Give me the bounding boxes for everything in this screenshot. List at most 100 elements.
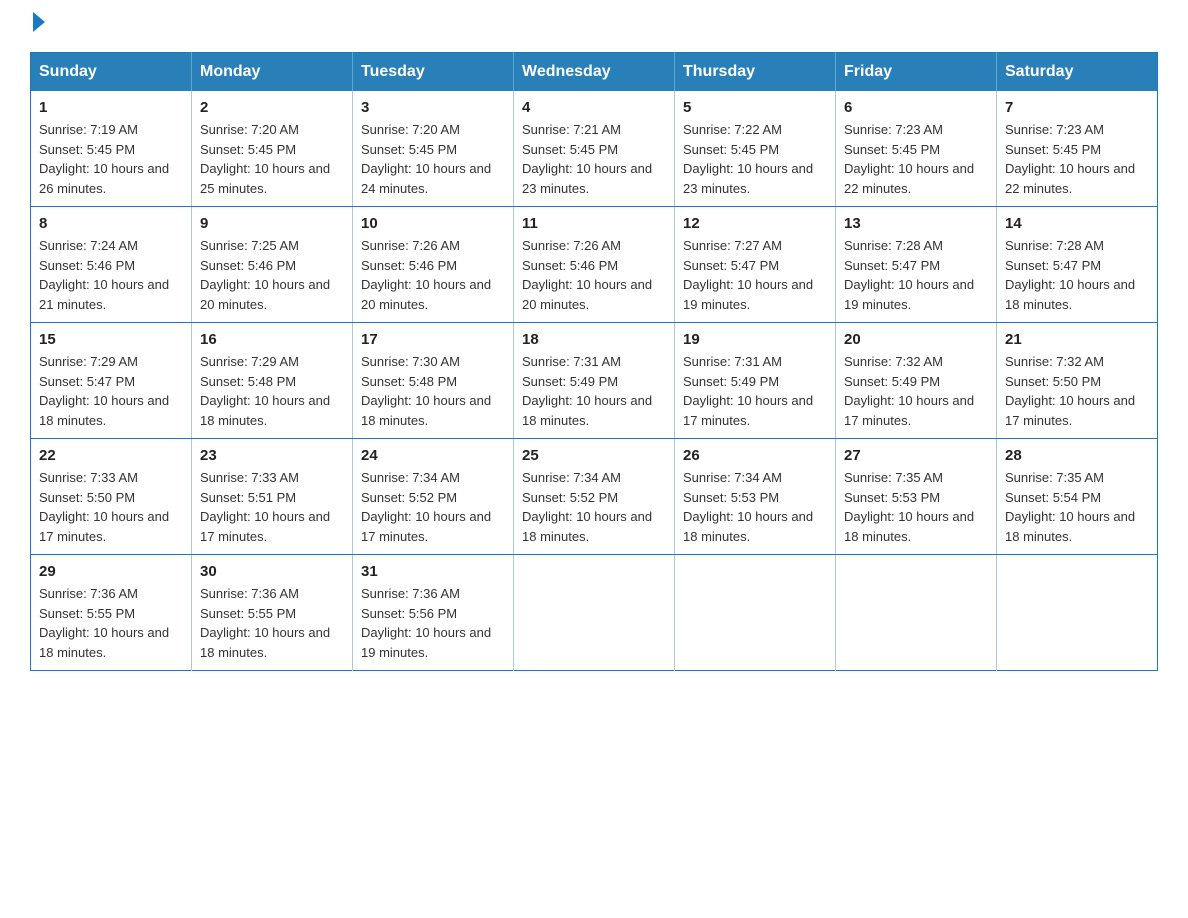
day-number: 18 <box>522 331 666 348</box>
day-number: 7 <box>1005 99 1149 116</box>
day-number: 1 <box>39 99 183 116</box>
day-number: 9 <box>200 215 344 232</box>
day-info: Sunrise: 7:29 AM Sunset: 5:48 PM Dayligh… <box>200 352 344 430</box>
weekday-header-friday: Friday <box>836 53 997 92</box>
day-info: Sunrise: 7:31 AM Sunset: 5:49 PM Dayligh… <box>683 352 827 430</box>
calendar-day-cell: 14 Sunrise: 7:28 AM Sunset: 5:47 PM Dayl… <box>997 207 1158 323</box>
day-number: 8 <box>39 215 183 232</box>
calendar-week-row: 29 Sunrise: 7:36 AM Sunset: 5:55 PM Dayl… <box>31 555 1158 671</box>
calendar-week-row: 22 Sunrise: 7:33 AM Sunset: 5:50 PM Dayl… <box>31 439 1158 555</box>
calendar-day-cell: 13 Sunrise: 7:28 AM Sunset: 5:47 PM Dayl… <box>836 207 997 323</box>
calendar-day-cell: 6 Sunrise: 7:23 AM Sunset: 5:45 PM Dayli… <box>836 91 997 207</box>
weekday-header-row: SundayMondayTuesdayWednesdayThursdayFrid… <box>31 53 1158 92</box>
calendar-day-cell: 2 Sunrise: 7:20 AM Sunset: 5:45 PM Dayli… <box>192 91 353 207</box>
day-info: Sunrise: 7:25 AM Sunset: 5:46 PM Dayligh… <box>200 236 344 314</box>
day-info: Sunrise: 7:36 AM Sunset: 5:56 PM Dayligh… <box>361 584 505 662</box>
day-info: Sunrise: 7:28 AM Sunset: 5:47 PM Dayligh… <box>1005 236 1149 314</box>
day-number: 25 <box>522 447 666 464</box>
day-number: 31 <box>361 563 505 580</box>
calendar-day-cell: 15 Sunrise: 7:29 AM Sunset: 5:47 PM Dayl… <box>31 323 192 439</box>
calendar-day-cell: 12 Sunrise: 7:27 AM Sunset: 5:47 PM Dayl… <box>675 207 836 323</box>
day-info: Sunrise: 7:34 AM Sunset: 5:52 PM Dayligh… <box>522 468 666 546</box>
calendar-day-cell: 27 Sunrise: 7:35 AM Sunset: 5:53 PM Dayl… <box>836 439 997 555</box>
calendar-day-cell <box>997 555 1158 671</box>
calendar-day-cell: 11 Sunrise: 7:26 AM Sunset: 5:46 PM Dayl… <box>514 207 675 323</box>
weekday-header-thursday: Thursday <box>675 53 836 92</box>
day-number: 3 <box>361 99 505 116</box>
day-info: Sunrise: 7:33 AM Sunset: 5:51 PM Dayligh… <box>200 468 344 546</box>
day-info: Sunrise: 7:26 AM Sunset: 5:46 PM Dayligh… <box>522 236 666 314</box>
day-info: Sunrise: 7:20 AM Sunset: 5:45 PM Dayligh… <box>361 120 505 198</box>
day-number: 15 <box>39 331 183 348</box>
day-number: 21 <box>1005 331 1149 348</box>
calendar-day-cell: 30 Sunrise: 7:36 AM Sunset: 5:55 PM Dayl… <box>192 555 353 671</box>
calendar-day-cell: 22 Sunrise: 7:33 AM Sunset: 5:50 PM Dayl… <box>31 439 192 555</box>
weekday-header-wednesday: Wednesday <box>514 53 675 92</box>
day-info: Sunrise: 7:33 AM Sunset: 5:50 PM Dayligh… <box>39 468 183 546</box>
calendar-day-cell: 3 Sunrise: 7:20 AM Sunset: 5:45 PM Dayli… <box>353 91 514 207</box>
day-info: Sunrise: 7:32 AM Sunset: 5:49 PM Dayligh… <box>844 352 988 430</box>
calendar-day-cell: 5 Sunrise: 7:22 AM Sunset: 5:45 PM Dayli… <box>675 91 836 207</box>
day-number: 30 <box>200 563 344 580</box>
day-number: 26 <box>683 447 827 464</box>
day-info: Sunrise: 7:31 AM Sunset: 5:49 PM Dayligh… <box>522 352 666 430</box>
day-info: Sunrise: 7:32 AM Sunset: 5:50 PM Dayligh… <box>1005 352 1149 430</box>
day-number: 27 <box>844 447 988 464</box>
calendar-day-cell: 19 Sunrise: 7:31 AM Sunset: 5:49 PM Dayl… <box>675 323 836 439</box>
day-info: Sunrise: 7:34 AM Sunset: 5:52 PM Dayligh… <box>361 468 505 546</box>
day-number: 17 <box>361 331 505 348</box>
day-number: 14 <box>1005 215 1149 232</box>
calendar-day-cell: 18 Sunrise: 7:31 AM Sunset: 5:49 PM Dayl… <box>514 323 675 439</box>
calendar-day-cell: 9 Sunrise: 7:25 AM Sunset: 5:46 PM Dayli… <box>192 207 353 323</box>
calendar-day-cell: 28 Sunrise: 7:35 AM Sunset: 5:54 PM Dayl… <box>997 439 1158 555</box>
calendar-day-cell: 23 Sunrise: 7:33 AM Sunset: 5:51 PM Dayl… <box>192 439 353 555</box>
day-number: 4 <box>522 99 666 116</box>
day-number: 2 <box>200 99 344 116</box>
day-number: 22 <box>39 447 183 464</box>
day-number: 13 <box>844 215 988 232</box>
day-info: Sunrise: 7:34 AM Sunset: 5:53 PM Dayligh… <box>683 468 827 546</box>
calendar-day-cell: 24 Sunrise: 7:34 AM Sunset: 5:52 PM Dayl… <box>353 439 514 555</box>
day-number: 29 <box>39 563 183 580</box>
calendar-day-cell: 20 Sunrise: 7:32 AM Sunset: 5:49 PM Dayl… <box>836 323 997 439</box>
day-number: 11 <box>522 215 666 232</box>
calendar-day-cell <box>675 555 836 671</box>
day-info: Sunrise: 7:27 AM Sunset: 5:47 PM Dayligh… <box>683 236 827 314</box>
calendar-day-cell: 4 Sunrise: 7:21 AM Sunset: 5:45 PM Dayli… <box>514 91 675 207</box>
day-info: Sunrise: 7:24 AM Sunset: 5:46 PM Dayligh… <box>39 236 183 314</box>
calendar-day-cell: 26 Sunrise: 7:34 AM Sunset: 5:53 PM Dayl… <box>675 439 836 555</box>
weekday-header-monday: Monday <box>192 53 353 92</box>
day-info: Sunrise: 7:22 AM Sunset: 5:45 PM Dayligh… <box>683 120 827 198</box>
day-number: 23 <box>200 447 344 464</box>
day-info: Sunrise: 7:35 AM Sunset: 5:53 PM Dayligh… <box>844 468 988 546</box>
weekday-header-saturday: Saturday <box>997 53 1158 92</box>
day-info: Sunrise: 7:20 AM Sunset: 5:45 PM Dayligh… <box>200 120 344 198</box>
calendar-day-cell: 7 Sunrise: 7:23 AM Sunset: 5:45 PM Dayli… <box>997 91 1158 207</box>
day-info: Sunrise: 7:36 AM Sunset: 5:55 PM Dayligh… <box>39 584 183 662</box>
day-number: 6 <box>844 99 988 116</box>
day-info: Sunrise: 7:30 AM Sunset: 5:48 PM Dayligh… <box>361 352 505 430</box>
day-info: Sunrise: 7:21 AM Sunset: 5:45 PM Dayligh… <box>522 120 666 198</box>
calendar-day-cell: 25 Sunrise: 7:34 AM Sunset: 5:52 PM Dayl… <box>514 439 675 555</box>
calendar-week-row: 15 Sunrise: 7:29 AM Sunset: 5:47 PM Dayl… <box>31 323 1158 439</box>
calendar-day-cell: 1 Sunrise: 7:19 AM Sunset: 5:45 PM Dayli… <box>31 91 192 207</box>
calendar-week-row: 8 Sunrise: 7:24 AM Sunset: 5:46 PM Dayli… <box>31 207 1158 323</box>
calendar-day-cell <box>514 555 675 671</box>
day-info: Sunrise: 7:23 AM Sunset: 5:45 PM Dayligh… <box>844 120 988 198</box>
day-number: 20 <box>844 331 988 348</box>
day-info: Sunrise: 7:29 AM Sunset: 5:47 PM Dayligh… <box>39 352 183 430</box>
calendar-day-cell: 29 Sunrise: 7:36 AM Sunset: 5:55 PM Dayl… <box>31 555 192 671</box>
day-number: 16 <box>200 331 344 348</box>
day-info: Sunrise: 7:19 AM Sunset: 5:45 PM Dayligh… <box>39 120 183 198</box>
calendar-week-row: 1 Sunrise: 7:19 AM Sunset: 5:45 PM Dayli… <box>31 91 1158 207</box>
weekday-header-sunday: Sunday <box>31 53 192 92</box>
day-number: 19 <box>683 331 827 348</box>
calendar-day-cell: 21 Sunrise: 7:32 AM Sunset: 5:50 PM Dayl… <box>997 323 1158 439</box>
day-info: Sunrise: 7:36 AM Sunset: 5:55 PM Dayligh… <box>200 584 344 662</box>
day-number: 12 <box>683 215 827 232</box>
day-info: Sunrise: 7:26 AM Sunset: 5:46 PM Dayligh… <box>361 236 505 314</box>
page-header <box>30 20 1158 32</box>
calendar-day-cell: 8 Sunrise: 7:24 AM Sunset: 5:46 PM Dayli… <box>31 207 192 323</box>
calendar-day-cell: 31 Sunrise: 7:36 AM Sunset: 5:56 PM Dayl… <box>353 555 514 671</box>
calendar-day-cell <box>836 555 997 671</box>
